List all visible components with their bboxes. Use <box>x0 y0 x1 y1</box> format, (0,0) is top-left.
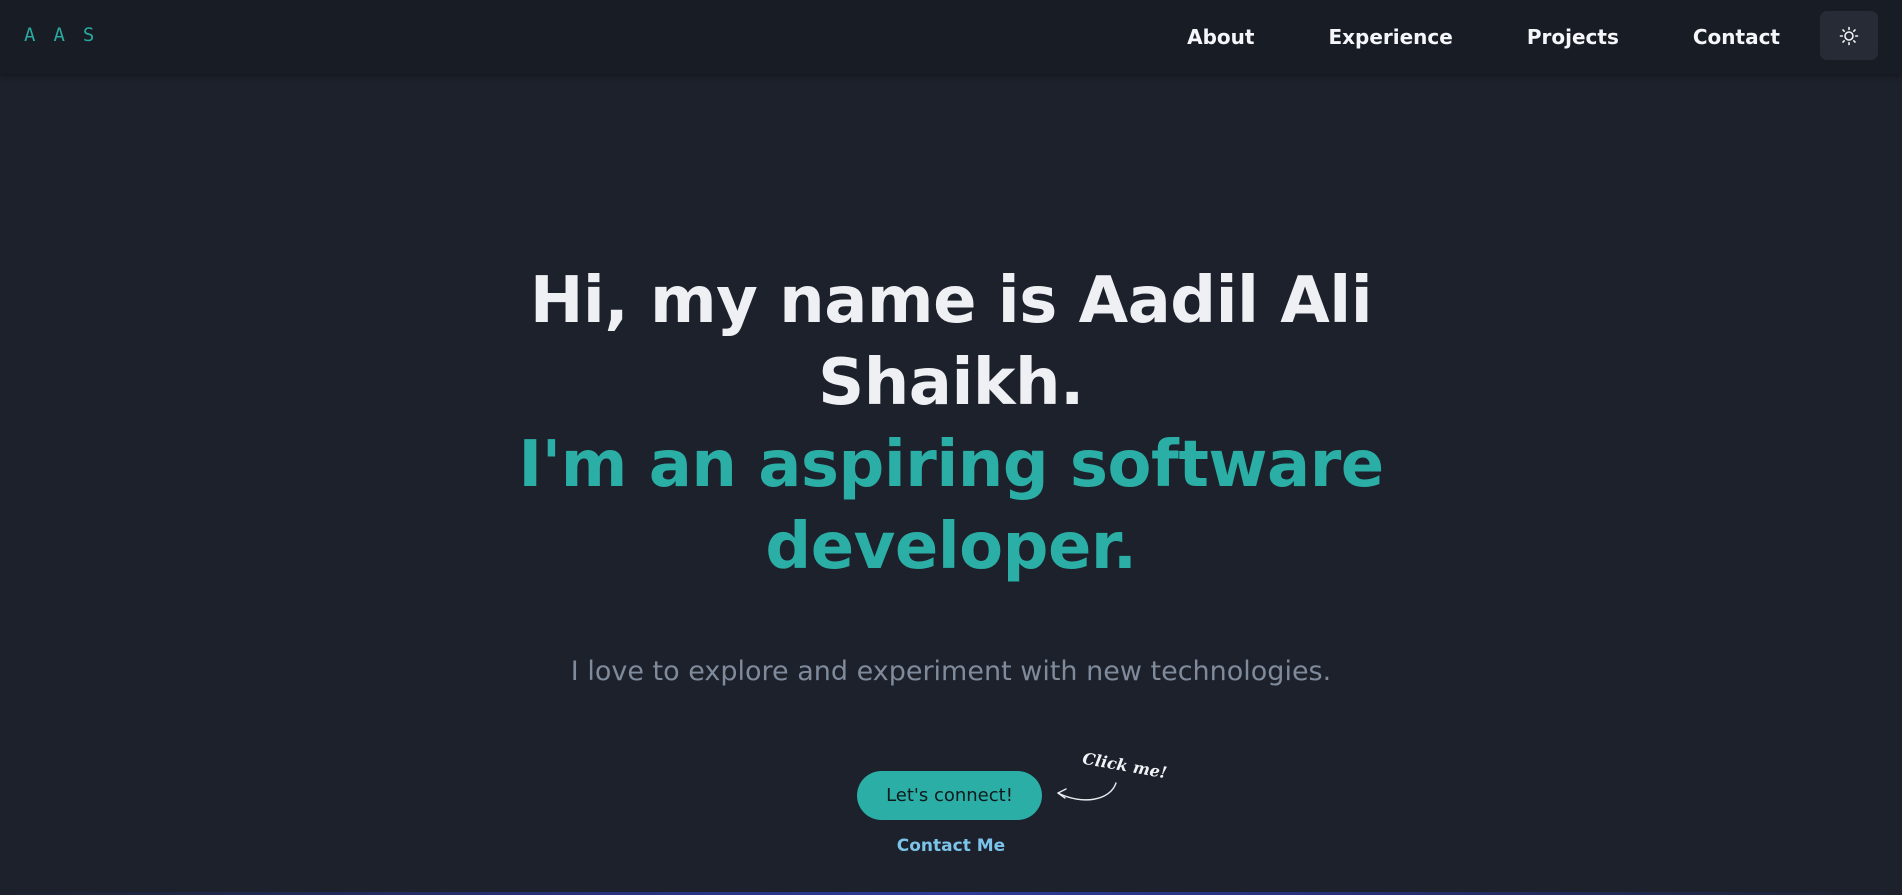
hero-role-heading: I'm an aspiring software developer. <box>518 428 1384 584</box>
hero-name-heading: Hi, my name is Aadil Ali Shaikh. <box>529 264 1373 420</box>
curved-arrow-icon <box>1057 782 1117 801</box>
sun-icon <box>1839 26 1859 45</box>
nav-item-about[interactable]: About <box>1187 25 1254 49</box>
nav-item-experience[interactable]: Experience <box>1328 25 1452 49</box>
hero-tagline: I love to explore and experiment with ne… <box>570 656 1332 687</box>
navbar: AAS About Experience Projects Contact <box>0 0 1902 74</box>
nav-item-contact[interactable]: Contact <box>1693 25 1780 49</box>
nav-links: About Experience Projects Contact <box>1113 0 1780 74</box>
nav-item-projects[interactable]: Projects <box>1527 25 1619 49</box>
contact-me-link[interactable]: Contact Me <box>851 836 1051 856</box>
site-logo[interactable]: AAS <box>24 24 112 46</box>
lets-connect-button[interactable]: Let's connect! <box>857 771 1042 820</box>
theme-toggle-button[interactable] <box>1820 11 1878 60</box>
